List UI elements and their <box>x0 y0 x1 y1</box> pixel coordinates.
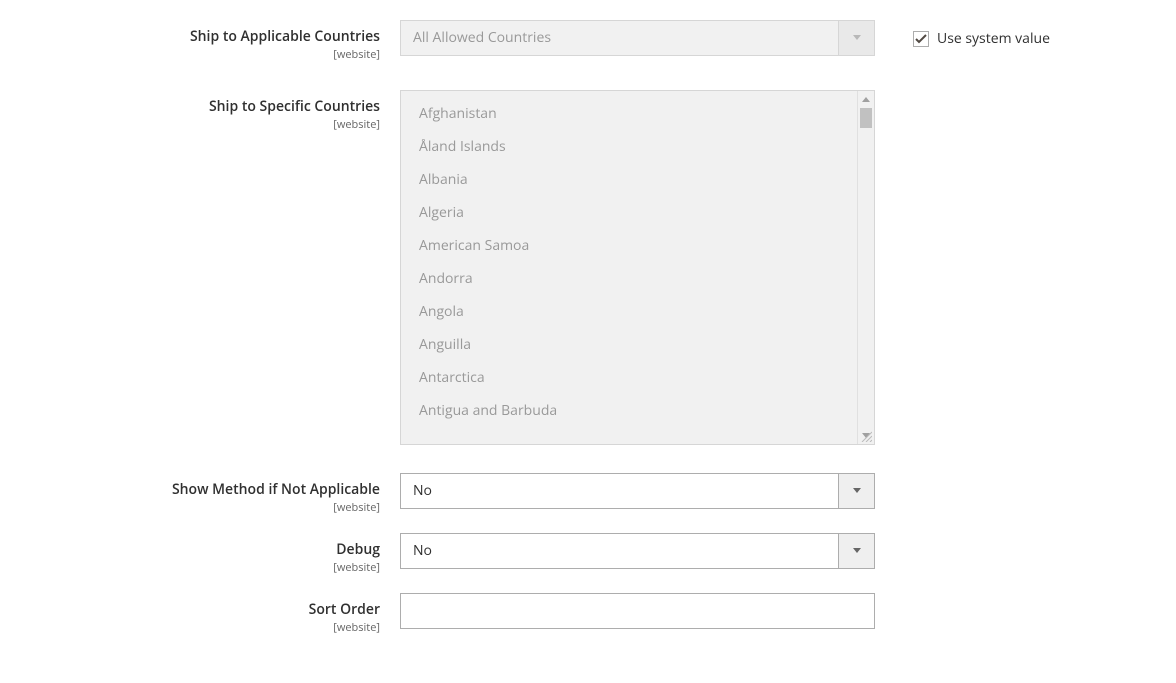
show-method-select[interactable]: No <box>400 473 875 509</box>
field-show-method: Show Method if Not Applicable [website] … <box>40 473 1136 515</box>
sort-order-input[interactable] <box>400 593 875 629</box>
country-option: American Samoa <box>401 229 857 262</box>
label-ship-specific-countries: Ship to Specific Countries [website] <box>40 90 400 132</box>
debug-select[interactable]: No <box>400 533 875 569</box>
use-system-value-checkbox[interactable] <box>913 31 929 47</box>
resize-handle-icon[interactable] <box>860 430 872 442</box>
country-option: Algeria <box>401 196 857 229</box>
field-debug: Debug [website] No <box>40 533 1136 575</box>
multiselect-list: Afghanistan Åland Islands Albania Algeri… <box>401 91 857 444</box>
label-show-method: Show Method if Not Applicable [website] <box>40 473 400 515</box>
label-text: Sort Order <box>40 600 380 619</box>
scrollbar[interactable] <box>857 91 874 444</box>
use-system-value-label[interactable]: Use system value <box>937 29 1050 48</box>
country-option: Andorra <box>401 262 857 295</box>
country-option: Albania <box>401 163 857 196</box>
label-text: Debug <box>40 540 380 559</box>
chevron-down-icon <box>838 474 874 508</box>
label-text: Ship to Applicable Countries <box>40 27 380 46</box>
country-option: Antarctica <box>401 361 857 394</box>
label-ship-applicable-countries: Ship to Applicable Countries [website] <box>40 20 400 62</box>
label-debug: Debug [website] <box>40 533 400 575</box>
scroll-thumb[interactable] <box>860 108 872 128</box>
scope-text: [website] <box>40 620 380 635</box>
scope-text: [website] <box>40 500 380 515</box>
country-option: Åland Islands <box>401 130 857 163</box>
country-option: Angola <box>401 295 857 328</box>
field-ship-applicable-countries: Ship to Applicable Countries [website] A… <box>40 20 1136 62</box>
country-option: Afghanistan <box>401 97 857 130</box>
scope-text: [website] <box>40 117 380 132</box>
ship-specific-countries-multiselect: Afghanistan Åland Islands Albania Algeri… <box>400 90 875 445</box>
field-sort-order: Sort Order [website] <box>40 593 1136 635</box>
country-option: Anguilla <box>401 328 857 361</box>
chevron-down-icon <box>838 534 874 568</box>
scroll-up-icon[interactable] <box>858 91 874 108</box>
scope-text: [website] <box>40 560 380 575</box>
select-value: No <box>401 534 838 568</box>
ship-applicable-countries-select: All Allowed Countries <box>400 20 875 56</box>
chevron-down-icon <box>838 21 874 55</box>
select-value: All Allowed Countries <box>401 21 838 55</box>
label-text: Show Method if Not Applicable <box>40 480 380 499</box>
label-text: Ship to Specific Countries <box>40 97 380 116</box>
label-sort-order: Sort Order [website] <box>40 593 400 635</box>
country-option: Antigua and Barbuda <box>401 394 857 427</box>
field-ship-specific-countries: Ship to Specific Countries [website] Afg… <box>40 90 1136 445</box>
select-value: No <box>401 474 838 508</box>
scope-text: [website] <box>40 47 380 62</box>
